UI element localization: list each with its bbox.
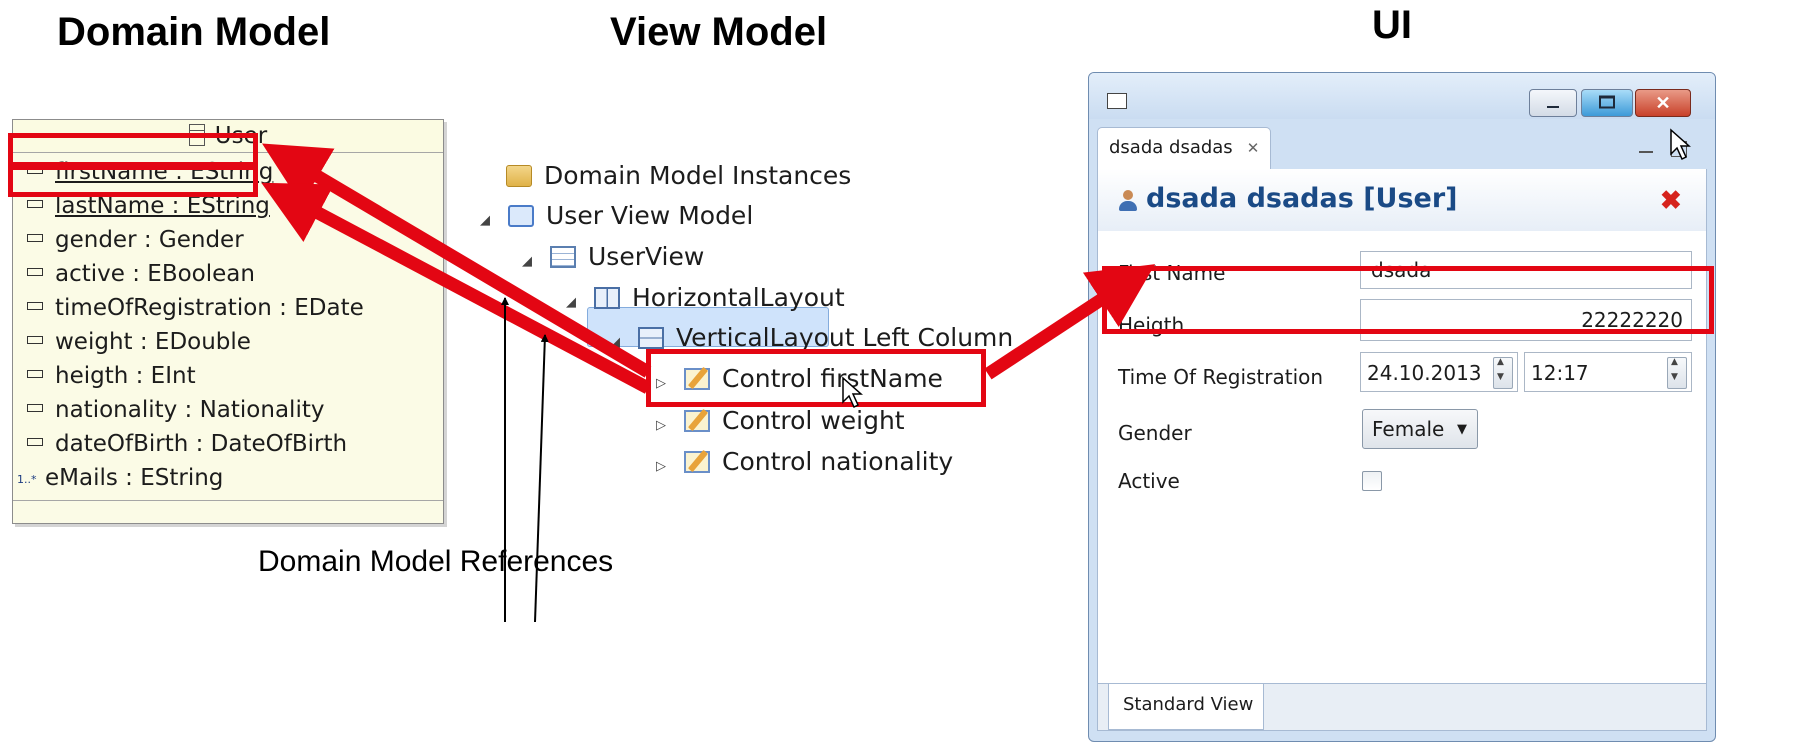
view-maximize-icon[interactable] <box>1671 141 1687 157</box>
control-icon <box>684 451 710 473</box>
view-model-heading: View Model <box>610 10 828 54</box>
expanded-icon[interactable]: ◢ <box>566 285 580 321</box>
delete-icon[interactable]: ✖ <box>1660 187 1682 213</box>
attribute-icon <box>27 370 43 378</box>
active-label: Active <box>1118 469 1180 493</box>
attribute-icon <box>27 336 43 344</box>
uml-attribute-list: firstName : EString lastName : EString g… <box>13 153 443 495</box>
editor-tab-bar: dsada dsadas ✕ <box>1097 123 1707 170</box>
domain-model-references-label: Domain Model References <box>258 545 614 578</box>
form-title: dsada dsadas [User] <box>1146 183 1458 214</box>
first-name-row-highlight <box>1102 266 1714 334</box>
horizontal-layout-icon <box>594 287 620 309</box>
tree-node-domain-model-instances[interactable]: Domain Model Instances <box>506 158 851 194</box>
multiplicity-label: 1..* <box>17 473 37 486</box>
chevron-down-icon: ▼ <box>1457 422 1467 437</box>
tree-node-user-view-model[interactable]: ◢ User View Model <box>480 198 753 234</box>
form-header: dsada dsadas [User] ✖ <box>1098 169 1706 231</box>
control-firstname-highlight <box>646 349 986 407</box>
window-titlebar: ✕ <box>1089 73 1715 119</box>
standard-view-tab[interactable]: Standard View <box>1108 684 1264 730</box>
uml-attribute: timeOfRegistration : EDate <box>13 291 443 325</box>
tree-node-control-weight[interactable]: ▷ Control weight <box>656 403 905 439</box>
gender-label: Gender <box>1118 421 1192 445</box>
expanded-icon[interactable]: ◢ <box>522 244 536 280</box>
date-spinner[interactable] <box>1493 357 1513 389</box>
uml-operations-compartment <box>13 500 443 523</box>
editor-panel: dsada dsadas [User] ✖ First Name dsada H… <box>1097 169 1707 731</box>
expanded-icon[interactable]: ◢ <box>480 203 494 239</box>
attribute-icon <box>27 404 43 412</box>
id-attribute-icon <box>27 200 43 208</box>
active-checkbox[interactable] <box>1362 471 1382 491</box>
attribute-icon <box>27 268 43 276</box>
expanded-icon[interactable]: ◢ <box>610 325 624 361</box>
collapsed-icon[interactable]: ▷ <box>656 449 670 485</box>
tree-node-userview[interactable]: ◢ UserView <box>522 239 704 275</box>
uml-attribute: dateOfBirth : DateOfBirth <box>13 427 443 461</box>
uml-attribute: nationality : Nationality <box>13 393 443 427</box>
tree-node-control-nationality[interactable]: ▷ Control nationality <box>656 444 953 480</box>
view-icon <box>550 246 576 268</box>
uml-attribute: active : EBoolean <box>13 257 443 291</box>
rcp-window: ✕ dsada dsadas ✕ dsada dsadas [User] ✖ Fi… <box>1088 72 1716 742</box>
uml-attribute: heigth : EInt <box>13 359 443 393</box>
firstname-highlight <box>8 133 258 167</box>
ui-heading: UI <box>1372 3 1412 47</box>
registration-time-input[interactable]: 12:17 <box>1524 352 1692 392</box>
minimize-button[interactable] <box>1529 89 1577 117</box>
attribute-icon <box>27 438 43 446</box>
close-window-button[interactable]: ✕ <box>1635 89 1691 117</box>
domain-model-heading: Domain Model <box>57 10 331 54</box>
uml-attribute: 1..* eMails : EString <box>13 461 443 495</box>
attribute-icon <box>27 234 43 242</box>
time-spinner[interactable] <box>1667 357 1687 389</box>
lastname-highlight <box>8 165 258 197</box>
time-of-registration-label: Time Of Registration <box>1118 365 1324 389</box>
vertical-layout-icon <box>638 327 664 349</box>
maximize-button[interactable] <box>1581 89 1633 117</box>
view-minimize-icon[interactable] <box>1639 151 1653 153</box>
gender-select[interactable]: Female ▼ <box>1362 409 1478 449</box>
tree-node-horizontal-layout[interactable]: ◢ HorizontalLayout <box>566 280 845 316</box>
uml-attribute: weight : EDouble <box>13 325 443 359</box>
control-icon <box>684 410 710 432</box>
tab-close-icon[interactable]: ✕ <box>1247 139 1260 157</box>
window-app-icon <box>1107 93 1127 109</box>
user-icon <box>1118 190 1138 212</box>
attribute-icon <box>27 302 43 310</box>
collapsed-icon[interactable]: ▷ <box>656 408 670 444</box>
registration-date-input[interactable]: 24.10.2013 <box>1360 352 1518 392</box>
folder-icon <box>506 165 532 187</box>
editor-tab[interactable]: dsada dsadas ✕ <box>1097 127 1271 169</box>
bottom-tab-bar: Standard View <box>1098 683 1706 730</box>
uml-attribute: gender : Gender <box>13 223 443 257</box>
view-model-icon <box>508 205 534 227</box>
